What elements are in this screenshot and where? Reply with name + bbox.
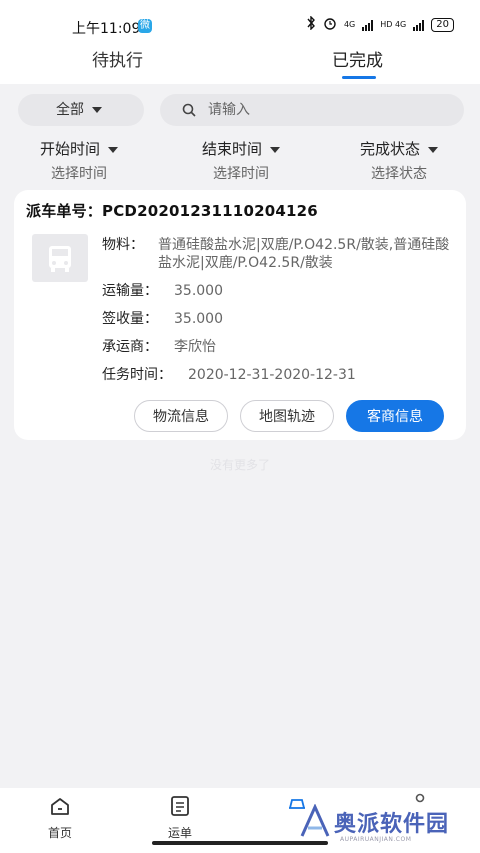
active-tab-indicator [342, 76, 376, 79]
start-time-placeholder: 选择时间 [51, 166, 107, 182]
battery-icon: 20 [431, 17, 454, 32]
action-buttons: 物流信息 地图轨迹 客商信息 [134, 400, 444, 432]
end-time-placeholder: 选择时间 [213, 166, 269, 182]
nav-home-label: 首页 [47, 826, 72, 840]
status-placeholder: 选择状态 [371, 166, 427, 182]
status-time: 上午11:09 [72, 21, 141, 37]
task-time-label: 任务时间： [102, 367, 172, 383]
caret-down-icon [428, 146, 438, 153]
list-end-hint: 没有更多了 [209, 458, 270, 472]
received-qty-value: 35.000 [174, 311, 223, 327]
caret-down-icon [108, 146, 118, 153]
tab-pending[interactable]: 待执行 [92, 46, 143, 71]
search-box[interactable] [160, 94, 464, 126]
transport-qty-value: 35.000 [174, 283, 223, 299]
network-label-1: 4G [343, 20, 356, 29]
material-value: 普通硅酸盐水泥|双鹿/P.O42.5R/散装,普通硅酸盐水泥|双鹿/P.O42.… [158, 237, 450, 271]
search-input[interactable] [208, 100, 448, 120]
filter-row: 全部 [0, 84, 480, 132]
dispatch-value: PCD20201231110204126 [102, 202, 318, 220]
signal-icon-2 [413, 19, 425, 31]
carrier-row: 承运商： 李欣怡 [102, 338, 462, 356]
map-track-button[interactable]: 地图轨迹 [240, 400, 334, 432]
watermark: 奥派软件园 AUPAIRUANJIAN.COM [300, 800, 476, 848]
bluetooth-icon [306, 15, 316, 33]
nav-waybill-label: 运单 [167, 826, 192, 840]
start-time-filter[interactable]: 开始时间 选择时间 [14, 138, 144, 183]
material-row: 物料： 普通硅酸盐水泥|双鹿/P.O42.5R/散装,普通硅酸盐水泥|双鹿/P.… [102, 236, 462, 272]
task-time-value: 2020-12-31-2020-12-31 [188, 367, 356, 383]
task-time-row: 任务时间： 2020-12-31-2020-12-31 [102, 366, 462, 384]
watermark-logo-icon [300, 804, 330, 837]
status-filter[interactable]: 完成状态 选择状态 [334, 138, 464, 183]
transport-qty-label: 运输量： [102, 283, 158, 299]
caret-down-icon [270, 146, 280, 153]
nav-home[interactable]: 首页 [30, 794, 90, 841]
watermark-text: 奥派软件园 [334, 812, 450, 837]
dispatch-label: 派车单号： [26, 202, 103, 220]
truck-icon [49, 246, 71, 272]
caret-down-icon [92, 107, 102, 113]
end-time-filter[interactable]: 结束时间 选择时间 [176, 138, 306, 183]
network-label-2: HD 4G [380, 20, 407, 29]
received-qty-row: 签收量： 35.000 [102, 310, 462, 328]
carrier-label: 承运商： [102, 339, 158, 355]
order-card[interactable]: 派车单号：PCD20201231110204126 物料： 普通硅酸盐水泥|双鹿… [14, 190, 466, 440]
merchant-info-button[interactable]: 客商信息 [346, 400, 444, 432]
alarm-icon [323, 16, 337, 33]
material-label: 物料： [102, 237, 144, 253]
signal-icon [362, 19, 374, 31]
carrier-value: 李欣怡 [174, 339, 216, 355]
received-qty-label: 签收量： [102, 311, 158, 327]
watermark-url: AUPAIRUANJIAN.COM [340, 836, 412, 843]
status-bar: 上午11:09 微 4G HD 4G 20 [0, 0, 480, 40]
wechat-badge-icon: 微 [138, 19, 152, 33]
search-icon [182, 103, 196, 117]
dispatch-number: 派车单号：PCD20201231110204126 [26, 200, 318, 221]
status-indicators: 4G HD 4G 20 [306, 15, 454, 33]
end-time-title: 结束时间 [201, 140, 262, 158]
tab-completed[interactable]: 已完成 [332, 46, 383, 71]
nav-waybill[interactable]: 运单 [150, 794, 210, 841]
home-icon [51, 798, 69, 815]
transport-qty-row: 运输量： 35.000 [102, 282, 462, 300]
category-select-label: 全部 [56, 102, 84, 118]
logistics-info-button[interactable]: 物流信息 [134, 400, 228, 432]
time-filters: 开始时间 选择时间 结束时间 选择时间 完成状态 选择状态 [0, 138, 480, 188]
status-title: 完成状态 [359, 140, 420, 158]
waybill-icon [171, 796, 189, 816]
truck-image [32, 234, 88, 282]
category-select[interactable]: 全部 [18, 94, 144, 126]
start-time-title: 开始时间 [39, 140, 100, 158]
order-fields: 物料： 普通硅酸盐水泥|双鹿/P.O42.5R/散装,普通硅酸盐水泥|双鹿/P.… [102, 236, 462, 394]
top-tabs: 待执行 已完成 [0, 40, 480, 84]
